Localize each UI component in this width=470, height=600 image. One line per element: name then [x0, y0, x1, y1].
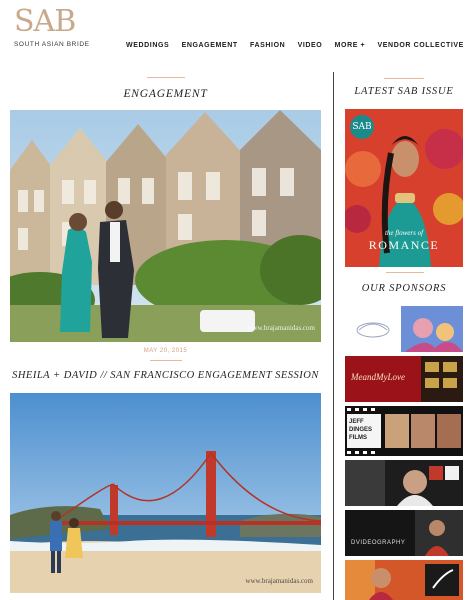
sponsor-ad-6-image	[345, 560, 463, 600]
sponsor-ad-1-image	[345, 306, 463, 352]
sponsor-ad-5[interactable]: DVIDEOGRAPHY	[345, 510, 463, 556]
nav-vendor-collective[interactable]: VENDOR COLLECTIVE	[378, 42, 464, 49]
sponsor-ad-2[interactable]: MeandMyLove	[345, 356, 463, 402]
nav-engagement[interactable]: ENGAGEMENT	[182, 42, 238, 49]
sponsors-title: OUR SPONSORS	[361, 283, 447, 294]
photo-watermark-2: www.brajamanidas.com	[245, 577, 313, 585]
logo-tagline: SOUTH ASIAN BRIDE	[14, 41, 90, 48]
sponsor-ad-1[interactable]	[345, 306, 463, 352]
nav-more[interactable]: MORE +	[335, 42, 366, 49]
section-rule	[147, 77, 185, 78]
sponsor-5-label: DVIDEOGRAPHY	[351, 540, 406, 546]
post-title[interactable]: SHEILA + DAVID // SAN FRANCISCO ENGAGEME…	[10, 370, 321, 381]
cover-headline-small: the flowers of	[384, 229, 424, 237]
post-rule	[150, 360, 182, 361]
sidebar-rule-sponsors	[386, 272, 424, 273]
sponsor-ad-4-image	[345, 460, 463, 506]
cover-badge: SAB	[350, 115, 374, 139]
main-nav: WEDDINGS ENGAGEMENT FASHION VIDEO MORE +…	[126, 42, 464, 49]
magazine-cover[interactable]: SAB the flowers of ROMANCE	[345, 109, 463, 267]
photo-watermark: www.brajamanidas.com	[247, 324, 315, 332]
sponsor-ad-6[interactable]	[345, 560, 463, 600]
engagement-photo-image	[10, 110, 321, 342]
logo-mark: SAB	[14, 4, 76, 39]
sidebar-rule-issue	[384, 78, 424, 79]
section-title: ENGAGEMENT	[123, 88, 208, 100]
cover-headline: ROMANCE	[368, 238, 440, 252]
sponsor-ad-4[interactable]	[345, 460, 463, 506]
sponsor-ad-3[interactable]: JEFF DINGES FILMS	[345, 406, 463, 456]
sponsor-ad-5-image	[345, 510, 463, 556]
site-logo[interactable]: SAB SOUTH ASIAN BRIDE	[14, 4, 90, 49]
post-photo-golden-gate[interactable]: www.brajamanidas.com	[10, 393, 321, 593]
post-photo-engagement[interactable]: www.brajamanidas.com	[10, 110, 321, 342]
nav-fashion[interactable]: FASHION	[250, 42, 285, 49]
nav-video[interactable]: VIDEO	[298, 42, 323, 49]
sponsor-3-label: JEFF DINGES FILMS	[349, 419, 373, 441]
post-date: MAY 20, 2015	[143, 348, 188, 354]
column-divider	[333, 72, 334, 600]
latest-issue-title: LATEST SAB ISSUE	[354, 86, 454, 97]
nav-weddings[interactable]: WEDDINGS	[126, 42, 169, 49]
golden-gate-photo-image	[10, 393, 321, 593]
sponsor-2-label: MeandMyLove	[351, 372, 405, 382]
